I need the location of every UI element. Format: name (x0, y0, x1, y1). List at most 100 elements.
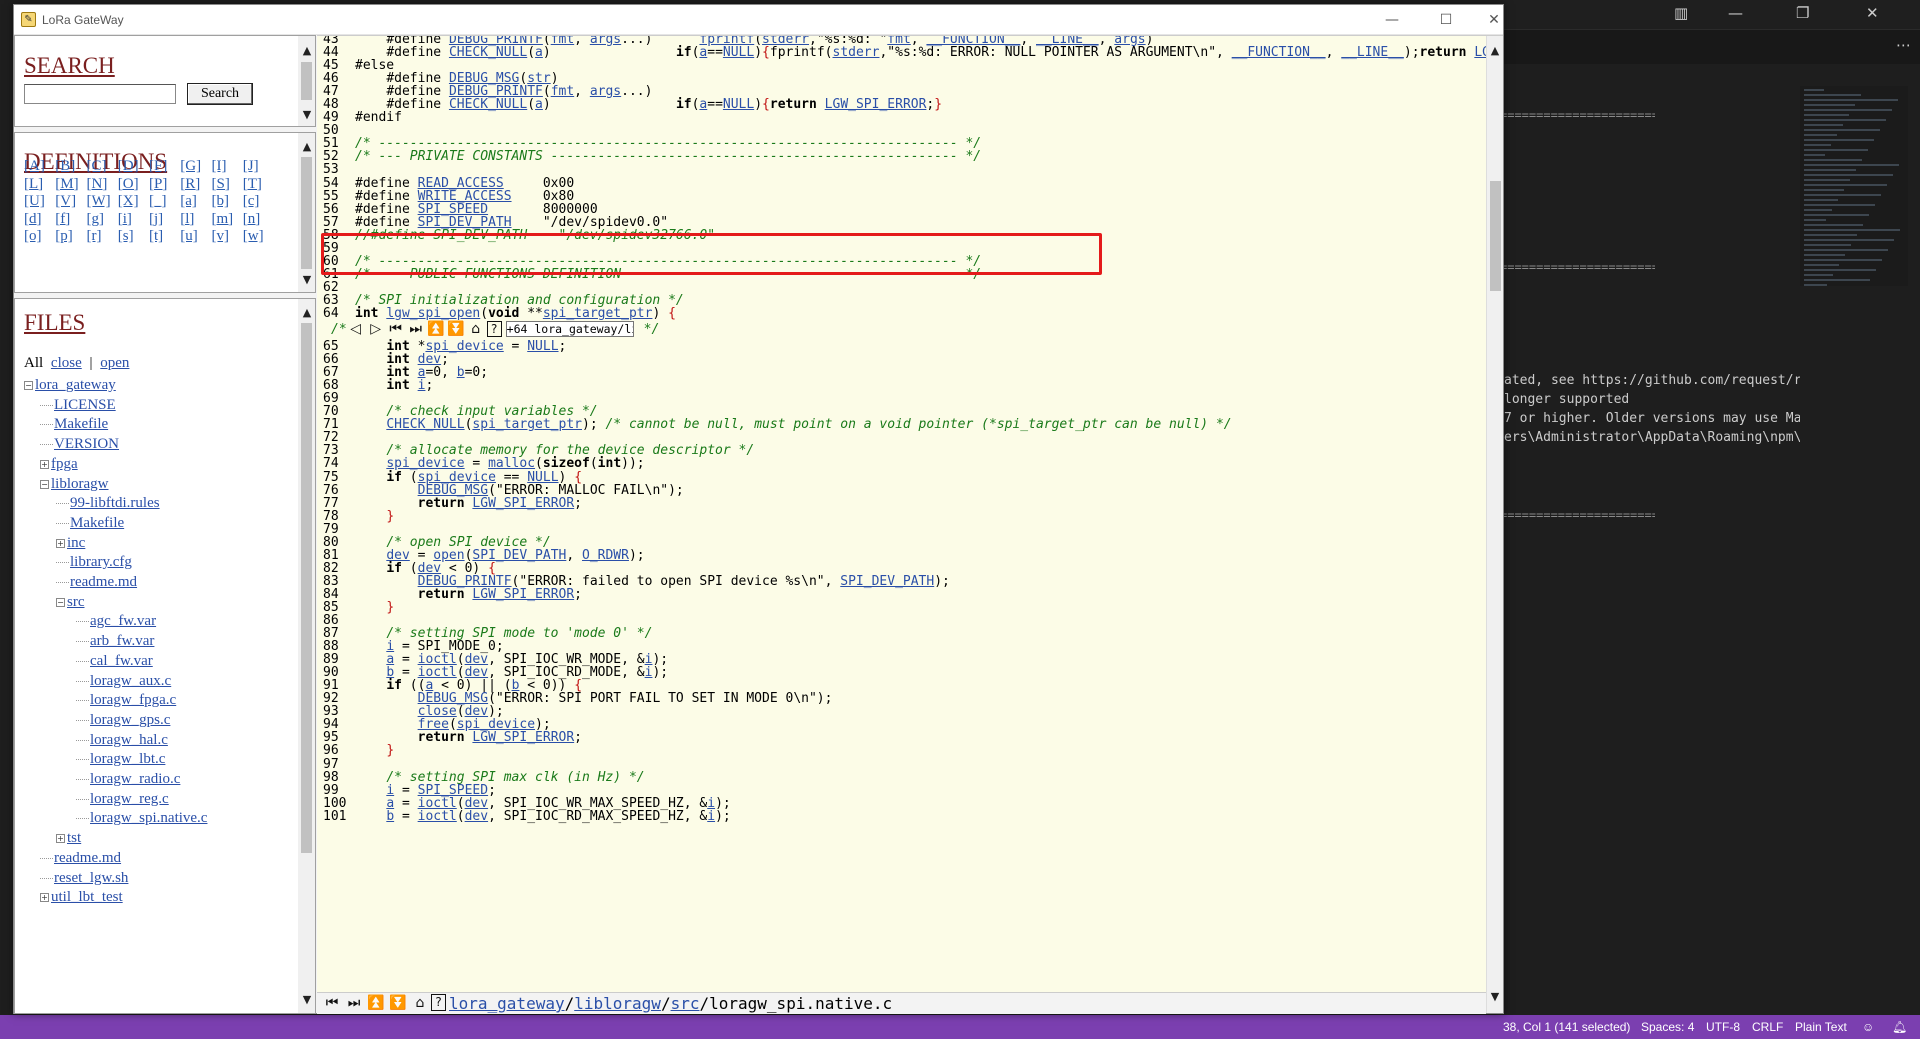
file-link[interactable]: loragw_aux.c (90, 673, 171, 689)
scroll-up-icon[interactable]: ▲ (300, 306, 314, 320)
scroll-up-icon[interactable]: ▲ (1488, 44, 1502, 58)
expand-icon[interactable]: + (40, 459, 49, 469)
prev-icon[interactable]: ◁ (347, 320, 365, 338)
file-link[interactable]: fpga (51, 456, 78, 472)
path-segment[interactable]: src (671, 994, 700, 1013)
next-icon[interactable]: ▷ (367, 320, 385, 338)
definition-letter-link[interactable]: [I] (212, 158, 243, 176)
definition-letter-link[interactable]: [t] (149, 228, 180, 246)
file-link[interactable]: loragw_reg.c (90, 791, 169, 807)
expand-icon[interactable]: + (56, 538, 65, 548)
first-icon[interactable]: ⏮ (323, 994, 341, 1012)
file-link[interactable]: loragw_lbt.c (90, 751, 165, 767)
definition-letter-link[interactable]: [b] (212, 193, 243, 211)
help-icon[interactable]: ? (486, 321, 502, 338)
definition-letter-link[interactable]: [N] (87, 176, 118, 194)
file-link[interactable]: Makefile (54, 416, 108, 432)
path-segment[interactable]: lora_gateway (449, 994, 565, 1013)
minimize-icon[interactable]: — (1728, 4, 1743, 22)
definition-letter-link[interactable]: [_] (149, 193, 180, 211)
definition-letter-link[interactable]: [C] (87, 158, 118, 176)
definition-letter-link[interactable]: [v] (212, 228, 243, 246)
definition-letter-link[interactable]: [X] (118, 193, 149, 211)
eol-status[interactable]: CRLF (1752, 1020, 1783, 1034)
last-icon[interactable]: ⏭ (407, 320, 425, 338)
path-segment[interactable]: libloragw (574, 994, 661, 1013)
restore-icon[interactable]: ❐ (1796, 4, 1809, 22)
file-link[interactable]: library.cfg (70, 554, 132, 570)
definition-letter-link[interactable]: [i] (118, 211, 149, 229)
definition-letter-link[interactable]: [J] (243, 158, 274, 176)
expand-icon[interactable]: + (40, 893, 49, 903)
collapse-icon[interactable]: − (24, 381, 33, 390)
definition-letter-link[interactable]: [p] (55, 228, 86, 246)
file-link[interactable]: agc_fw.var (90, 613, 156, 629)
files-scrollbar[interactable]: ▲ ▼ (298, 299, 315, 1013)
definition-letter-link[interactable]: [d] (24, 211, 55, 229)
definition-letter-link[interactable]: [W] (87, 193, 118, 211)
home-icon[interactable]: ⌂ (411, 994, 429, 1012)
definition-letter-link[interactable]: [M] (55, 176, 86, 194)
definition-letter-link[interactable]: [D] (118, 158, 149, 176)
scroll-up-icon[interactable]: ▲ (300, 140, 314, 154)
file-link[interactable]: loragw_gps.c (90, 712, 170, 728)
scroll-down-icon[interactable]: ▼ (300, 108, 314, 122)
definition-letter-link[interactable]: [P] (149, 176, 180, 194)
scroll-thumb[interactable] (1490, 181, 1501, 291)
code-scrollbar[interactable]: ▲ ▼ (1486, 36, 1503, 1013)
definitions-scrollbar[interactable]: ▲ ▼ (298, 133, 315, 292)
definition-letter-link[interactable]: [n] (243, 211, 274, 229)
close-button[interactable]: ✕ (1479, 9, 1509, 31)
top-icon[interactable]: ⏫ (427, 320, 445, 338)
feedback-icon[interactable]: ☺ (1862, 1020, 1874, 1034)
more-actions-icon[interactable]: ⋯ (1896, 36, 1911, 54)
definition-letter-link[interactable]: [a] (180, 193, 211, 211)
minimize-button[interactable]: — (1377, 9, 1407, 31)
file-link[interactable]: readme.md (54, 850, 121, 866)
language-status[interactable]: Plain Text (1795, 1020, 1847, 1034)
file-link[interactable]: VERSION (54, 436, 119, 452)
minimap[interactable] (1800, 86, 1908, 286)
search-scrollbar[interactable]: ▲ ▼ (298, 36, 315, 126)
file-link[interactable]: 99-libftdi.rules (70, 495, 160, 511)
definition-letter-link[interactable]: [B] (55, 158, 86, 176)
file-link[interactable]: loragw_radio.c (90, 771, 180, 787)
definition-letter-link[interactable]: [A] (24, 158, 55, 176)
cursor-position[interactable]: 38, Col 1 (141 selected) (1503, 1020, 1630, 1034)
scroll-down-icon[interactable]: ▼ (300, 273, 314, 287)
scroll-thumb[interactable] (301, 62, 312, 100)
file-link[interactable]: src (67, 594, 85, 610)
definition-letter-link[interactable]: [j] (149, 211, 180, 229)
definition-letter-link[interactable]: [f] (55, 211, 86, 229)
first-icon[interactable]: ⏮ (387, 320, 405, 338)
search-button[interactable]: Search (187, 83, 253, 105)
file-link[interactable]: loragw_fpga.c (90, 692, 176, 708)
bottom-icon[interactable]: ⏬ (447, 320, 465, 338)
scroll-thumb[interactable] (301, 323, 312, 853)
definition-letter-link[interactable]: [m] (212, 211, 243, 229)
encoding-status[interactable]: UTF-8 (1706, 1020, 1740, 1034)
file-link[interactable]: loragw_spi.native.c (90, 810, 207, 826)
definition-letter-link[interactable]: [r] (87, 228, 118, 246)
scroll-down-icon[interactable]: ▼ (300, 993, 314, 1007)
file-link[interactable]: LICENSE (54, 397, 116, 413)
definition-letter-link[interactable]: [R] (180, 176, 211, 194)
search-heading[interactable]: SEARCH (24, 53, 115, 79)
file-link[interactable]: tst (67, 830, 81, 846)
search-input[interactable] (24, 84, 176, 104)
collapse-icon[interactable]: − (56, 597, 65, 607)
file-link[interactable]: Makefile (70, 515, 124, 531)
definition-letter-link[interactable]: [O] (118, 176, 149, 194)
maximize-button[interactable]: ☐ (1431, 9, 1461, 31)
nav-input[interactable]: +64 lora_gateway/libl (505, 321, 634, 338)
top-icon[interactable]: ⏫ (367, 994, 385, 1012)
definition-letter-link[interactable]: [u] (180, 228, 211, 246)
close-icon[interactable]: ✕ (1866, 4, 1879, 22)
definition-letter-link[interactable]: [w] (243, 228, 274, 246)
close-all-link[interactable]: close (51, 355, 82, 371)
file-link[interactable]: loragw_hal.c (90, 732, 168, 748)
definition-letter-link[interactable]: [F] (149, 158, 180, 176)
expand-icon[interactable]: + (56, 834, 65, 844)
open-all-link[interactable]: open (100, 355, 129, 371)
scroll-up-icon[interactable]: ▲ (300, 44, 314, 58)
